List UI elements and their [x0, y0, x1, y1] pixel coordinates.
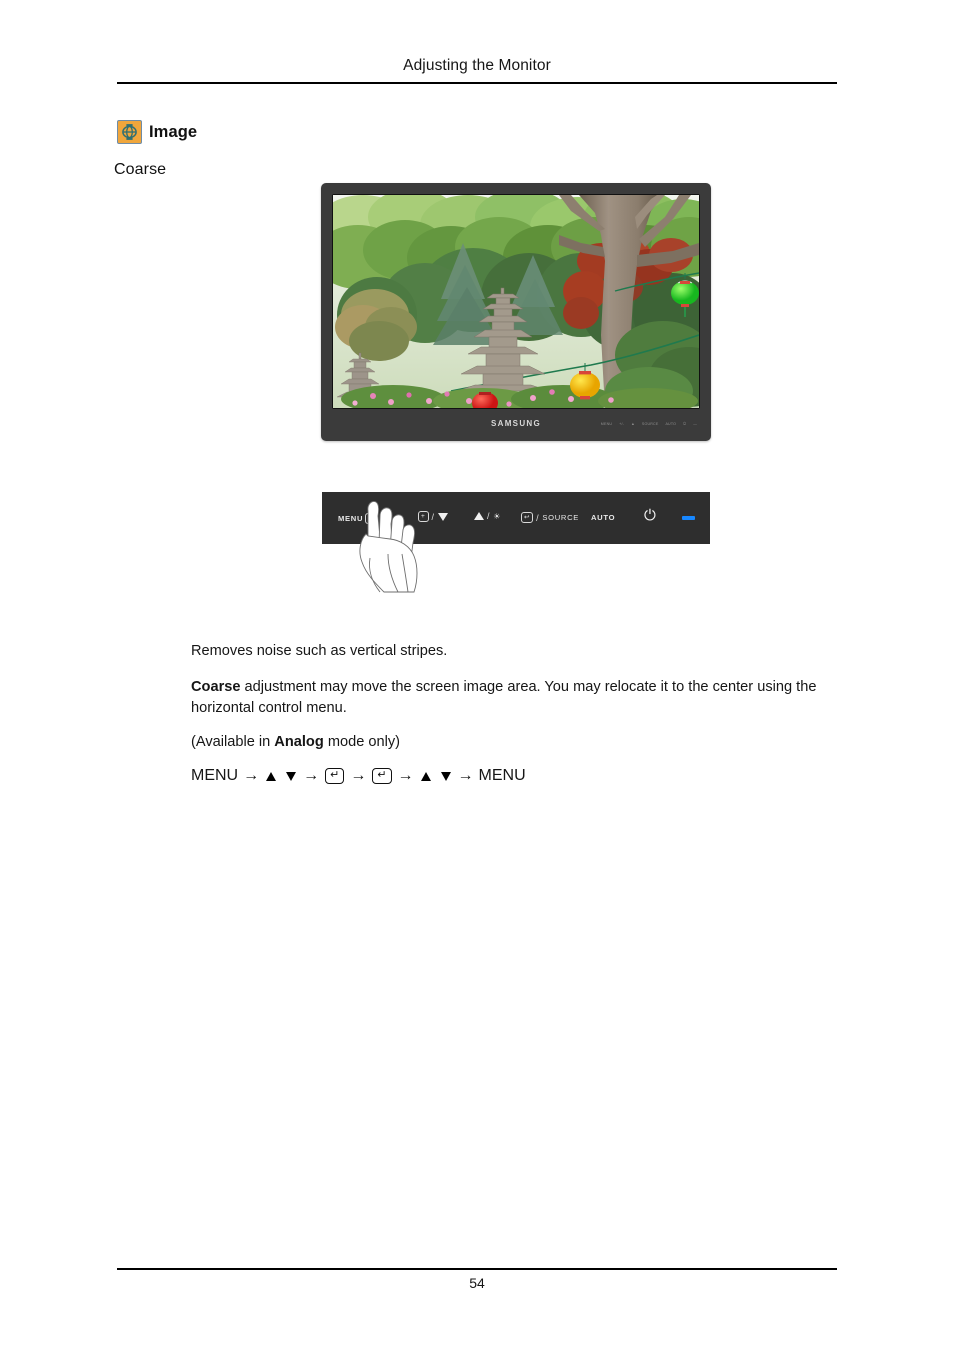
- control-up-brightness-button[interactable]: / ☀: [474, 511, 501, 521]
- separator-slash: /: [431, 511, 435, 522]
- paragraph-1-text: Removes noise such as vertical stripes.: [191, 643, 448, 659]
- monitor-illustration: SAMSUNG MENU +/- ▲ SOURCE AUTO ⏻ —: [321, 183, 711, 441]
- bezel-key-power: ⏻: [683, 421, 687, 427]
- separator-slash: /: [536, 512, 540, 523]
- arrow-right-icon: →: [243, 767, 260, 784]
- paragraph-removes-noise: Removes noise such as vertical stripes.: [191, 641, 841, 662]
- section-heading: Image: [117, 120, 197, 144]
- bezel-key-plusminus: +/-: [619, 421, 625, 427]
- bezel-key-up: ▲: [631, 421, 635, 427]
- coarse-keyword: Coarse: [191, 679, 241, 695]
- analog-note-pre: (Available in: [191, 734, 275, 750]
- control-menu-button[interactable]: MENU ⌸: [338, 513, 376, 524]
- bezel-key-auto: AUTO: [665, 421, 677, 427]
- analog-note-post: mode only): [323, 734, 401, 750]
- paragraph-coarse-adjustment: Coarse adjustment may move the screen im…: [191, 677, 841, 719]
- enter-key-icon: ↩: [521, 512, 534, 523]
- paragraph-2-text: adjustment may move the screen image are…: [191, 679, 817, 716]
- arrow-up-icon: [474, 512, 484, 520]
- arrow-down-icon: [440, 772, 451, 781]
- arrow-down-icon: [437, 512, 448, 521]
- monitor-screen-image: [333, 195, 699, 408]
- menu-grid-icon: ⌸: [365, 513, 376, 524]
- footer-divider: [117, 1268, 837, 1270]
- arrow-up-icon: [420, 772, 431, 781]
- page-number: 54: [469, 1275, 485, 1291]
- nav-menu-end: MENU: [478, 767, 526, 784]
- menu-navigation-path: MENU → → ↵ → ↵ → → MENU: [191, 765, 841, 786]
- arrow-right-icon: →: [397, 767, 414, 784]
- arrow-up-icon: [266, 772, 277, 781]
- arrow-right-icon: →: [457, 767, 474, 784]
- image-settings-icon: [117, 120, 142, 144]
- monitor-bezel-bottom: SAMSUNG MENU +/- ▲ SOURCE AUTO ⏻ —: [321, 410, 711, 441]
- section-title: Image: [149, 122, 198, 141]
- control-panel-illustration: MENU ⌸ + / / ☀ ↩ / SOURCE AUTO ⏻: [322, 492, 710, 593]
- power-led-icon: [682, 516, 695, 520]
- nav-menu-start: MENU: [191, 767, 239, 784]
- power-icon: ⏻: [644, 507, 657, 524]
- bezel-key-source: SOURCE: [641, 421, 659, 427]
- bezel-key-menu: MENU: [600, 421, 613, 427]
- enter-key-icon: +: [418, 511, 429, 522]
- separator-slash: /: [487, 511, 491, 521]
- control-auto-label: AUTO: [591, 513, 616, 522]
- monitor-screen-frame: [332, 194, 700, 409]
- arrow-right-icon: →: [350, 767, 367, 784]
- bezel-key-row: MENU +/- ▲ SOURCE AUTO ⏻ —: [601, 422, 697, 426]
- enter-key-icon: ↵: [325, 767, 345, 784]
- page-header: Adjusting the Monitor: [0, 0, 954, 90]
- paragraph-analog-note: (Available in Analog mode only): [191, 732, 841, 753]
- header-divider: [117, 82, 837, 84]
- page-title: Adjusting the Monitor: [403, 57, 551, 74]
- control-source-button[interactable]: ↩ / SOURCE: [521, 512, 579, 523]
- brightness-sun-icon: ☀: [493, 511, 502, 521]
- control-enter-down-button[interactable]: + /: [418, 511, 448, 522]
- control-power-button[interactable]: ⏻: [644, 508, 657, 523]
- analog-keyword: Analog: [274, 734, 324, 750]
- control-source-label: SOURCE: [542, 513, 580, 522]
- control-auto-button[interactable]: AUTO: [591, 513, 615, 522]
- enter-key-icon: ↵: [372, 767, 392, 784]
- sub-heading: Coarse: [114, 161, 167, 178]
- bezel-key-led: —: [693, 421, 697, 427]
- arrow-down-icon: [286, 772, 297, 781]
- control-menu-label: MENU: [338, 514, 364, 523]
- power-led-indicator: [682, 516, 695, 520]
- arrow-right-icon: →: [303, 767, 320, 784]
